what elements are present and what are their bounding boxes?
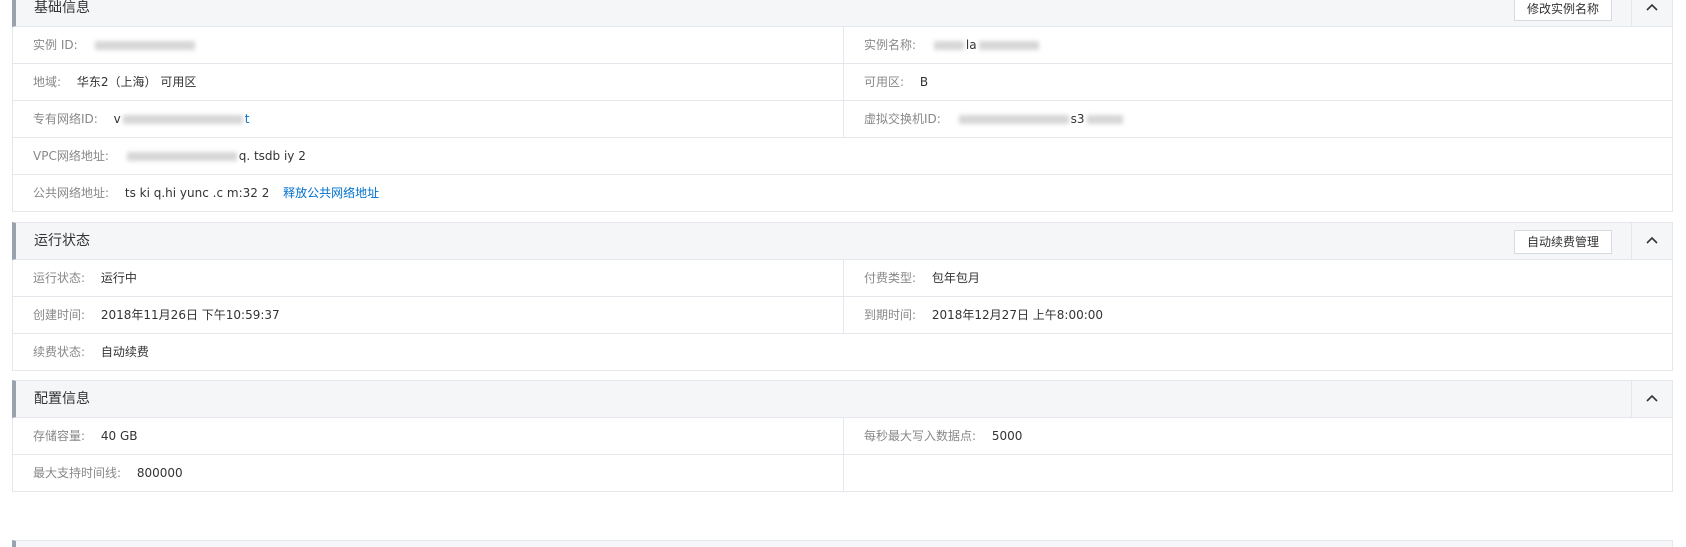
chevron-up-icon [1646,394,1658,402]
basic-info-rows: 实例 ID: 实例名称: la 地域: 华东2（上海） 可用区 可用区: B 专… [12,27,1673,212]
section-title: 配置信息 [34,391,90,407]
release-public-address-link[interactable]: 释放公共网络地址 [283,186,379,200]
info-row: 存储容量: 40 GB 每秒最大写入数据点: 5000 [13,418,1672,455]
expire-time-value: 2018年12月27日 上午8:00:00 [931,308,1104,322]
config-info-section: 配置信息 存储容量: 40 GB 每秒最大写入数据点: 5000 最大支持时间线… [12,380,1673,492]
timeline-value: 800000 [136,466,183,480]
vpc-id-value: v [113,112,121,126]
vpc-id-cell: 专有网络ID: v t [13,101,843,137]
instance-id-cell: 实例 ID: [13,27,843,63]
renew-status-cell: 续费状态: 自动续费 [13,334,1672,370]
vpc-id-link[interactable]: t [245,112,250,126]
timeline-cell: 最大支持时间线: 800000 [13,455,843,491]
storage-label: 存储容量: [33,429,86,443]
basic-info-header: 基础信息 修改实例名称 [12,0,1673,27]
region-label: 地域: [33,75,62,89]
pay-type-value: 包年包月 [931,271,980,285]
public-address-label: 公共网络地址: [33,186,110,200]
redacted-block [122,115,243,124]
basic-info-section: 基础信息 修改实例名称 实例 ID: 实例名称: la 地域: 华东2（上海） … [12,0,1673,212]
expire-time-label: 到期时间: [864,308,917,322]
redacted-block [126,152,237,161]
next-section-header [12,540,1673,547]
storage-cell: 存储容量: 40 GB [13,418,843,454]
vpc-address-cell: VPC网络地址: q. tsdb iy 2 [13,138,1672,174]
public-address-cell: 公共网络地址: ts ki q.hi yunc .c m:32 2 释放公共网络… [13,175,1672,211]
expire-time-cell: 到期时间: 2018年12月27日 上午8:00:00 [843,297,1672,333]
redacted-block [978,41,1039,50]
auto-renew-manage-button[interactable]: 自动续费管理 [1513,230,1612,254]
info-row: 专有网络ID: v t 虚拟交换机ID: s3 [13,101,1672,138]
vswitch-id-cell: 虚拟交换机ID: s3 [843,101,1672,137]
run-state-cell: 运行状态: 运行中 [13,260,843,296]
redacted-block [95,41,196,50]
instance-id-label: 实例 ID: [33,38,78,52]
chevron-up-icon [1646,236,1658,244]
write-rate-cell: 每秒最大写入数据点: 5000 [843,418,1672,454]
vswitch-id-value: s3 [1070,112,1085,126]
vpc-address-value: q. tsdb iy 2 [238,149,306,163]
instance-detail-page: 基础信息 修改实例名称 实例 ID: 实例名称: la 地域: 华东2（上海） … [0,0,1686,547]
run-status-section: 运行状态 自动续费管理 运行状态: 运行中 付费类型: 包年包月 创建时间: 2… [12,222,1673,371]
section-title: 基础信息 [34,0,90,16]
redacted-block [933,41,964,50]
storage-value: 40 GB [100,429,138,443]
zone-label: 可用区: [864,75,905,89]
collapse-toggle[interactable] [1631,0,1672,26]
created-time-cell: 创建时间: 2018年11月26日 下午10:59:37 [13,297,843,333]
info-row: 公共网络地址: ts ki q.hi yunc .c m:32 2 释放公共网络… [13,175,1672,212]
renew-status-label: 续费状态: [33,345,86,359]
instance-name-cell: 实例名称: la [843,27,1672,63]
config-info-header: 配置信息 [12,380,1673,418]
write-rate-label: 每秒最大写入数据点: [864,429,977,443]
chevron-up-icon [1646,3,1658,11]
timeline-label: 最大支持时间线: [33,466,122,480]
info-row: 实例 ID: 实例名称: la [13,27,1672,64]
info-row: 创建时间: 2018年11月26日 下午10:59:37 到期时间: 2018年… [13,297,1672,334]
public-address-value: ts ki q.hi yunc .c m:32 2 [124,186,270,200]
zone-cell: 可用区: B [843,64,1672,100]
run-status-header: 运行状态 自动续费管理 [12,222,1673,260]
collapse-toggle[interactable] [1631,223,1672,259]
run-status-rows: 运行状态: 运行中 付费类型: 包年包月 创建时间: 2018年11月26日 下… [12,260,1673,371]
pay-type-label: 付费类型: [864,271,917,285]
info-row: 最大支持时间线: 800000 [13,455,1672,492]
region-value: 华东2（上海） 可用区 [76,75,197,89]
info-row: 续费状态: 自动续费 [13,334,1672,371]
rename-instance-button[interactable]: 修改实例名称 [1513,0,1612,21]
vpc-id-label: 专有网络ID: [33,112,98,126]
run-state-label: 运行状态: [33,271,86,285]
collapse-toggle[interactable] [1631,381,1672,417]
created-time-value: 2018年11月26日 下午10:59:37 [100,308,280,322]
info-row: 地域: 华东2（上海） 可用区 可用区: B [13,64,1672,101]
vpc-address-label: VPC网络地址: [33,149,109,163]
created-time-label: 创建时间: [33,308,86,322]
empty-cell [843,455,1672,491]
info-row: VPC网络地址: q. tsdb iy 2 [13,138,1672,175]
instance-name-value: la [965,38,977,52]
section-title: 运行状态 [34,233,90,249]
renew-status-value: 自动续费 [100,345,149,359]
config-info-rows: 存储容量: 40 GB 每秒最大写入数据点: 5000 最大支持时间线: 800… [12,418,1673,492]
region-cell: 地域: 华东2（上海） 可用区 [13,64,843,100]
redacted-block [958,115,1069,124]
info-row: 运行状态: 运行中 付费类型: 包年包月 [13,260,1672,297]
zone-value: B [919,75,929,89]
run-state-value: 运行中 [100,271,137,285]
pay-type-cell: 付费类型: 包年包月 [843,260,1672,296]
write-rate-value: 5000 [991,429,1023,443]
redacted-block [1086,115,1123,124]
instance-name-label: 实例名称: [864,38,917,52]
vswitch-id-label: 虚拟交换机ID: [864,112,941,126]
